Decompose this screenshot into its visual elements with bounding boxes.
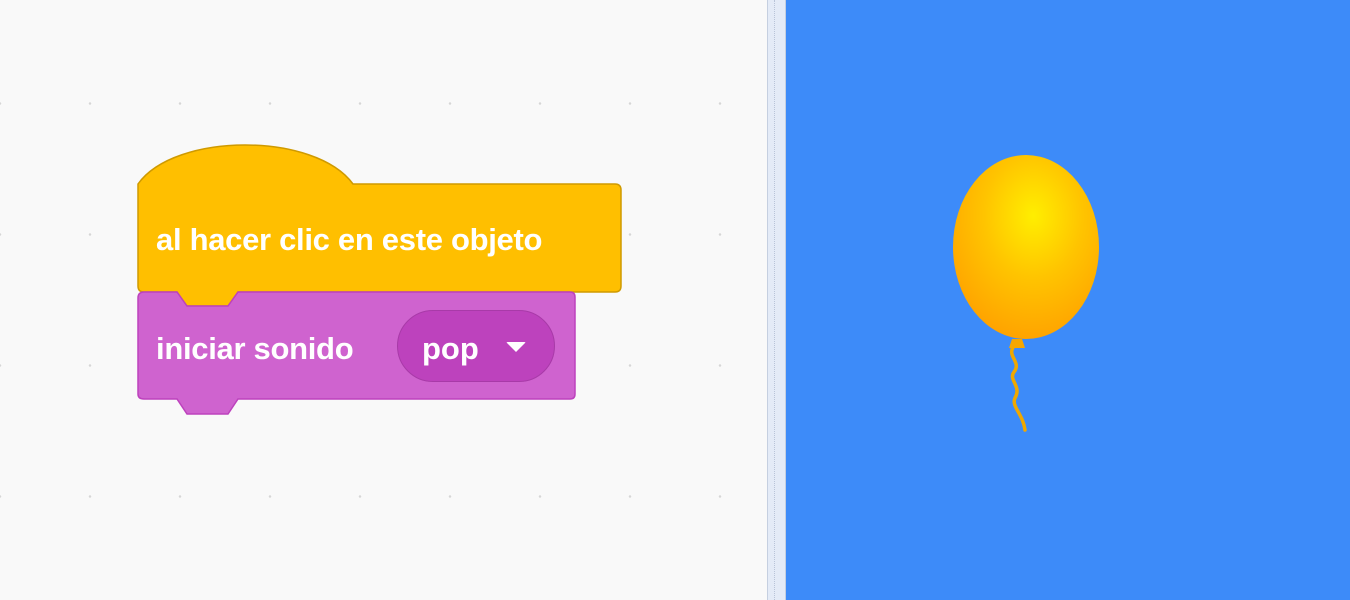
stage-canvas	[786, 0, 1350, 600]
panel-divider[interactable]	[767, 0, 786, 600]
when-sprite-clicked-label: al hacer clic en este objeto	[156, 222, 543, 257]
stage[interactable]	[786, 0, 1350, 600]
code-workspace[interactable]: al hacer clic en este objeto iniciar son…	[0, 0, 767, 600]
scratch-editor: al hacer clic en este objeto iniciar son…	[0, 0, 1350, 600]
script-stack	[137, 144, 622, 415]
start-sound-label: iniciar sonido	[156, 331, 354, 366]
sound-dropdown[interactable]: pop	[397, 310, 555, 382]
divider-line	[774, 0, 775, 600]
caret-down-icon	[506, 342, 526, 352]
sound-dropdown-value: pop	[422, 331, 479, 366]
balloon-body	[953, 155, 1099, 339]
